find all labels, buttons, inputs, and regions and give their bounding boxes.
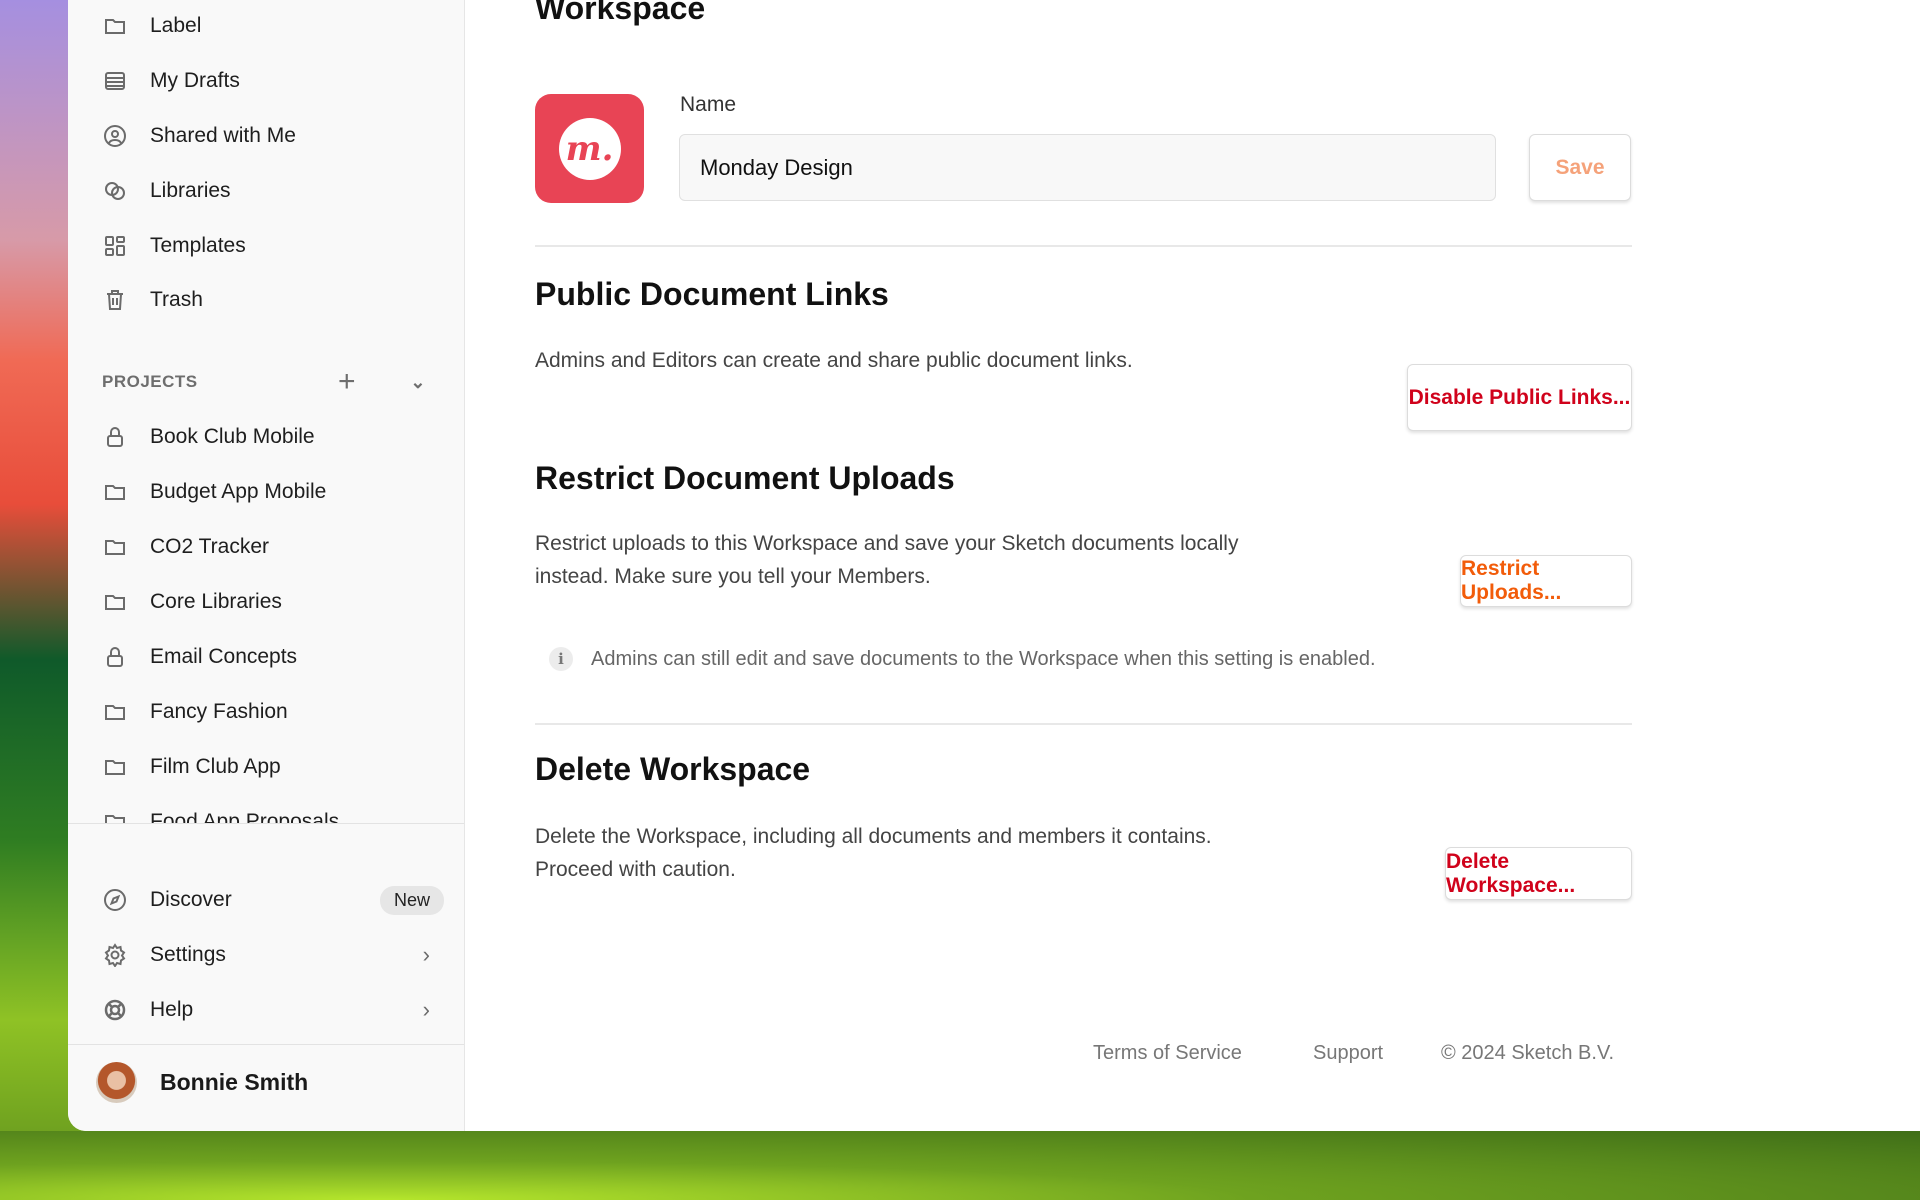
section-description: Restrict uploads to this Workspace and s…	[535, 532, 1239, 588]
save-button[interactable]: Save	[1529, 134, 1631, 201]
user-profile[interactable]: Bonnie Smith	[96, 1062, 308, 1103]
restrict-uploads-button[interactable]: Restrict Uploads...	[1460, 555, 1632, 607]
name-label: Name	[680, 93, 737, 116]
user-name: Bonnie Smith	[160, 1069, 309, 1095]
divider	[68, 823, 464, 824]
sidebar-item-text: Help	[150, 998, 194, 1021]
info-note: i Admins can still edit and save document…	[549, 647, 1376, 671]
divider	[68, 1044, 464, 1045]
delete-workspace-button[interactable]: Delete Workspace...	[1445, 847, 1632, 900]
gear-icon	[102, 942, 128, 968]
app-window: Label My Drafts Shared with Me Libraries…	[68, 0, 1920, 1131]
sidebar-item-my-drafts[interactable]: My Drafts	[102, 59, 444, 103]
sidebar: Label My Drafts Shared with Me Libraries…	[68, 0, 465, 1131]
sidebar-item-discover[interactable]: Discover New	[102, 878, 444, 922]
section-title: Restrict Document Uploads	[535, 460, 955, 496]
sidebar-item-text: Discover	[150, 888, 232, 911]
sidebar-item-text: Templates	[150, 234, 246, 257]
avatar	[96, 1062, 137, 1103]
desktop-wallpaper	[0, 1131, 1920, 1200]
section-title: Delete Workspace	[535, 751, 811, 787]
sidebar-item-text: Shared with Me	[150, 124, 296, 147]
sidebar-item-text: My Drafts	[150, 69, 240, 92]
folder-icon	[102, 479, 128, 505]
project-item[interactable]: Book Club Mobile	[102, 415, 444, 459]
project-item[interactable]: Core Libraries	[102, 580, 444, 624]
project-item[interactable]: Email Concepts	[102, 635, 444, 679]
sidebar-item-text: Libraries	[150, 179, 231, 202]
user-circle-icon	[102, 123, 128, 149]
sidebar-item-label[interactable]: Label	[102, 4, 444, 48]
project-label: Fancy Fashion	[150, 700, 288, 723]
libraries-icon	[102, 178, 128, 204]
project-item[interactable]: Food App Proposals	[102, 800, 444, 823]
terms-link[interactable]: Terms of Service	[1093, 1042, 1242, 1065]
project-label: CO2 Tracker	[150, 535, 270, 558]
project-label: Food App Proposals	[150, 810, 340, 823]
sidebar-item-text: Label	[150, 14, 202, 37]
sidebar-item-libraries[interactable]: Libraries	[102, 169, 444, 213]
info-icon: i	[549, 647, 573, 671]
section-description: Delete the Workspace, including all docu…	[535, 825, 1212, 881]
projects-list[interactable]: Book Club Mobile Budget App Mobile CO2 T…	[68, 390, 464, 823]
folder-icon	[102, 699, 128, 725]
projects-title: PROJECTS	[102, 372, 198, 391]
lock-icon	[102, 644, 128, 670]
sidebar-item-help[interactable]: Help ›	[102, 988, 444, 1032]
project-label: Budget App Mobile	[150, 480, 327, 503]
lifebuoy-icon	[102, 997, 128, 1023]
project-item[interactable]: Fancy Fashion	[102, 690, 444, 734]
page-title: Workspace	[535, 0, 706, 26]
divider	[535, 245, 1632, 247]
disable-public-links-button[interactable]: Disable Public Links...	[1407, 364, 1632, 431]
folder-icon	[102, 589, 128, 615]
project-label: Email Concepts	[150, 645, 298, 668]
sidebar-item-shared-with-me[interactable]: Shared with Me	[102, 114, 444, 158]
folder-icon	[102, 13, 128, 39]
workspace-logo[interactable]: m.	[535, 94, 644, 203]
project-item[interactable]: CO2 Tracker	[102, 525, 444, 569]
project-item[interactable]: Budget App Mobile	[102, 470, 444, 514]
support-link[interactable]: Support	[1313, 1042, 1383, 1065]
drafts-icon	[102, 68, 128, 94]
project-item[interactable]: Film Club App	[102, 745, 444, 789]
sidebar-item-text: Trash	[150, 288, 203, 311]
sidebar-item-templates[interactable]: Templates	[102, 224, 444, 268]
section-description: Admins and Editors can create and share …	[535, 349, 1133, 372]
copyright: © 2024 Sketch B.V.	[1441, 1042, 1614, 1064]
folder-icon	[102, 534, 128, 560]
info-note-text: Admins can still edit and save documents…	[591, 647, 1376, 670]
folder-icon	[102, 809, 128, 823]
folder-icon	[102, 754, 128, 780]
chevron-right-icon: ›	[422, 997, 430, 1022]
compass-icon	[102, 887, 128, 913]
sidebar-item-trash[interactable]: Trash	[102, 278, 444, 322]
sidebar-item-settings[interactable]: Settings ›	[102, 933, 444, 977]
lock-icon	[102, 424, 128, 450]
trash-icon	[102, 287, 128, 313]
divider	[535, 723, 1632, 725]
project-label: Film Club App	[150, 755, 281, 778]
section-title: Public Document Links	[535, 276, 889, 312]
sidebar-item-text: Settings	[150, 943, 226, 966]
new-badge: New	[379, 885, 444, 915]
chevron-right-icon: ›	[422, 942, 430, 967]
logo-letter: m.	[558, 117, 621, 180]
project-label: Core Libraries	[150, 590, 282, 613]
workspace-settings: Workspace m. Name Monday Design Save Pub…	[535, 0, 1920, 1131]
templates-icon	[102, 233, 128, 259]
workspace-name-input[interactable]: Monday Design	[679, 134, 1496, 201]
project-label: Book Club Mobile	[150, 425, 315, 448]
